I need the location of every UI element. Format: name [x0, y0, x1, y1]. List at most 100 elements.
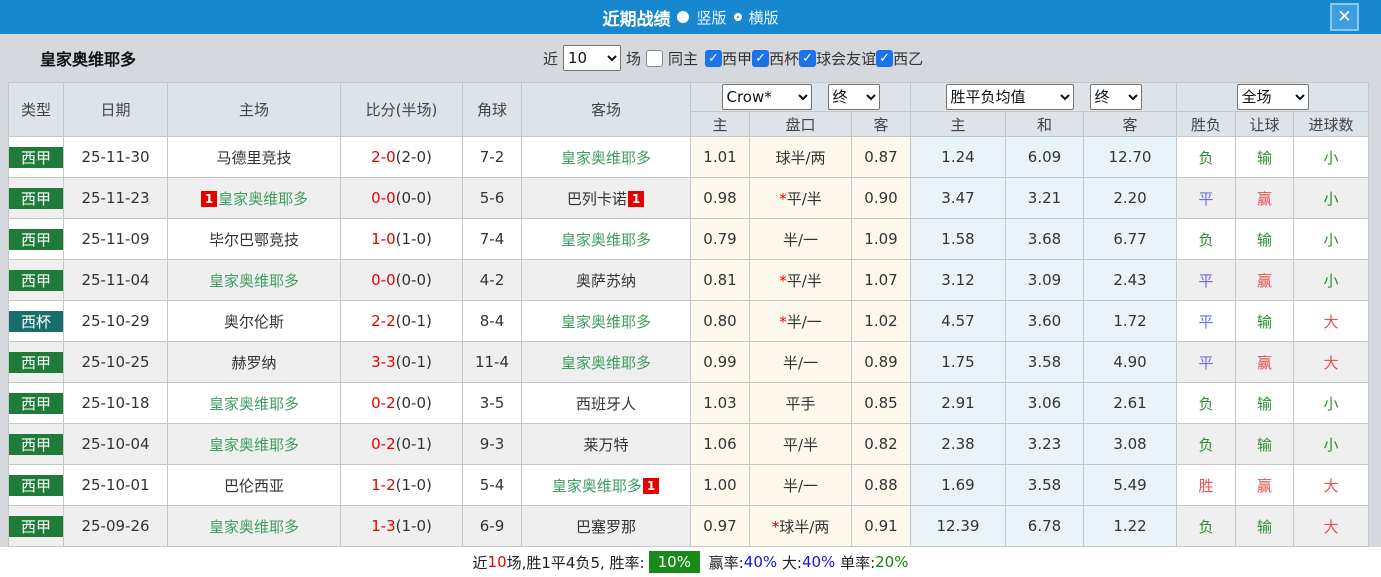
- scope-select-group: 全场: [1177, 83, 1369, 112]
- vertical-layout-radio[interactable]: [677, 11, 689, 23]
- horizontal-layout-radio[interactable]: [734, 13, 742, 21]
- scope-select[interactable]: 全场: [1237, 84, 1309, 110]
- table-row: 西甲25-10-01巴伦西亚1-2(1-0)5-4皇家奥维耶多11.00半/一0…: [9, 465, 1369, 506]
- summary-segment: 场,胜1平4负5, 胜率:: [507, 552, 645, 573]
- handicap-result-cell: 输: [1236, 424, 1294, 465]
- same-home-label[interactable]: 同主: [668, 48, 698, 69]
- halftime-score: (1-0): [396, 476, 432, 494]
- filter-bar: 皇家奥维耶多 近 10 场 同主 ✓西甲✓西杯✓球会友谊✓西乙: [0, 34, 1381, 82]
- halftime-score: (0-1): [396, 312, 432, 330]
- horizontal-layout-label[interactable]: 横版: [749, 7, 779, 28]
- date-cell: 25-11-23: [64, 178, 168, 219]
- results-table: 类型 日期 主场 比分(半场) 角球 客场 Crow* 终: [8, 82, 1369, 547]
- summary-segment: 赢率:: [704, 552, 744, 573]
- date-cell: 25-10-25: [64, 342, 168, 383]
- subheader-odds-home: 主: [691, 112, 750, 137]
- corner-cell: 6-9: [463, 506, 522, 547]
- avg-type-select[interactable]: 胜平负均值: [946, 84, 1074, 110]
- league-badge: 西甲: [9, 188, 63, 209]
- score-cell: 0-0(0-0): [341, 178, 463, 219]
- team-label: 皇家奥维耶多: [218, 190, 308, 208]
- goals-result-cell: 小: [1294, 260, 1369, 301]
- table-row: 西甲25-11-09毕尔巴鄂竞技1-0(1-0)7-4皇家奥维耶多0.79半/一…: [9, 219, 1369, 260]
- subheader-avg-home: 主: [911, 112, 1006, 137]
- score-cell: 0-2(0-0): [341, 383, 463, 424]
- odds-select-group: Crow* 终: [691, 83, 911, 112]
- handicap-result-cell: 输: [1236, 219, 1294, 260]
- odds-company-select[interactable]: Crow*: [722, 84, 812, 110]
- date-cell: 25-10-18: [64, 383, 168, 424]
- score-cell: 1-0(1-0): [341, 219, 463, 260]
- corner-cell: 7-2: [463, 137, 522, 178]
- red-card-badge: 1: [643, 478, 659, 494]
- handicap-cell: *球半/两: [750, 506, 852, 547]
- halftime-score: (0-0): [396, 394, 432, 412]
- subheader-odds-away: 客: [852, 112, 911, 137]
- league-filter-球会友谊: ✓球会友谊: [799, 48, 876, 69]
- avg-home-cell: 12.39: [911, 506, 1006, 547]
- odds-time-select-2[interactable]: 终: [1090, 84, 1142, 110]
- handicap-cell: 半/一: [750, 465, 852, 506]
- star-icon: *: [772, 518, 780, 536]
- team-label: 奥尔伦斯: [224, 313, 284, 331]
- outcome-cell: 负: [1177, 424, 1236, 465]
- handicap-result-cell: 赢: [1236, 465, 1294, 506]
- odds-home-cell: 1.00: [691, 465, 750, 506]
- close-button[interactable]: ✕: [1330, 3, 1359, 31]
- score-cell: 0-2(0-1): [341, 424, 463, 465]
- fulltime-score: 3-3: [371, 353, 396, 371]
- near-count-select[interactable]: 10: [563, 45, 621, 71]
- home-team-cell: 皇家奥维耶多: [168, 506, 341, 547]
- league-filter-西甲: ✓西甲: [705, 48, 752, 69]
- avg-home-cell: 3.12: [911, 260, 1006, 301]
- league-checkbox[interactable]: ✓: [799, 50, 816, 67]
- fulltime-score: 0-0: [371, 189, 396, 207]
- near-label: 近: [543, 48, 558, 69]
- odds-home-cell: 0.81: [691, 260, 750, 301]
- goals-result-cell: 大: [1294, 342, 1369, 383]
- halftime-score: (0-0): [396, 189, 432, 207]
- goals-result-cell: 小: [1294, 424, 1369, 465]
- odds-time-select-1[interactable]: 终: [828, 84, 880, 110]
- table-row: 西甲25-11-30马德里竞技2-0(2-0)7-2皇家奥维耶多1.01球半/两…: [9, 137, 1369, 178]
- league-badge-cell: 西甲: [9, 260, 64, 301]
- header-away: 客场: [522, 83, 691, 137]
- league-checkbox-label[interactable]: 西杯: [769, 48, 799, 69]
- avg-select-group: 胜平负均值 终: [911, 83, 1177, 112]
- away-team-cell: 皇家奥维耶多: [522, 301, 691, 342]
- avg-draw-cell: 6.78: [1006, 506, 1084, 547]
- avg-away-cell: 3.08: [1084, 424, 1177, 465]
- same-home-checkbox[interactable]: [646, 50, 663, 67]
- halftime-score: (0-0): [396, 271, 432, 289]
- goals-result-cell: 小: [1294, 178, 1369, 219]
- avg-draw-cell: 3.58: [1006, 342, 1084, 383]
- star-icon: *: [779, 313, 787, 331]
- score-cell: 1-2(1-0): [341, 465, 463, 506]
- team-label: 皇家奥维耶多: [561, 149, 651, 167]
- league-checkbox-label[interactable]: 西乙: [893, 48, 923, 69]
- league-checkbox[interactable]: ✓: [752, 50, 769, 67]
- team-label: 皇家奥维耶多: [561, 354, 651, 372]
- avg-draw-cell: 3.58: [1006, 465, 1084, 506]
- league-checkbox-label[interactable]: 球会友谊: [816, 48, 876, 69]
- vertical-layout-label[interactable]: 竖版: [696, 7, 726, 28]
- odds-home-cell: 0.97: [691, 506, 750, 547]
- handicap-cell: 半/一: [750, 342, 852, 383]
- home-team-cell: 毕尔巴鄂竞技: [168, 219, 341, 260]
- league-checkbox[interactable]: ✓: [876, 50, 893, 67]
- summary-segment: 近: [473, 552, 488, 573]
- league-badge-cell: 西甲: [9, 506, 64, 547]
- corner-cell: 11-4: [463, 342, 522, 383]
- league-checkbox-label[interactable]: 西甲: [722, 48, 752, 69]
- table-row: 西甲25-10-18皇家奥维耶多0-2(0-0)3-5西班牙人1.03平手0.8…: [9, 383, 1369, 424]
- corner-cell: 9-3: [463, 424, 522, 465]
- league-checkbox[interactable]: ✓: [705, 50, 722, 67]
- league-badge: 西甲: [9, 434, 63, 455]
- league-badge-cell: 西甲: [9, 219, 64, 260]
- odds-away-cell: 0.82: [852, 424, 911, 465]
- subheader-goals-result: 进球数: [1294, 112, 1369, 137]
- handicap-result-cell: 赢: [1236, 260, 1294, 301]
- header-type: 类型: [9, 83, 64, 137]
- halftime-score: (1-0): [396, 517, 432, 535]
- league-badge-cell: 西甲: [9, 178, 64, 219]
